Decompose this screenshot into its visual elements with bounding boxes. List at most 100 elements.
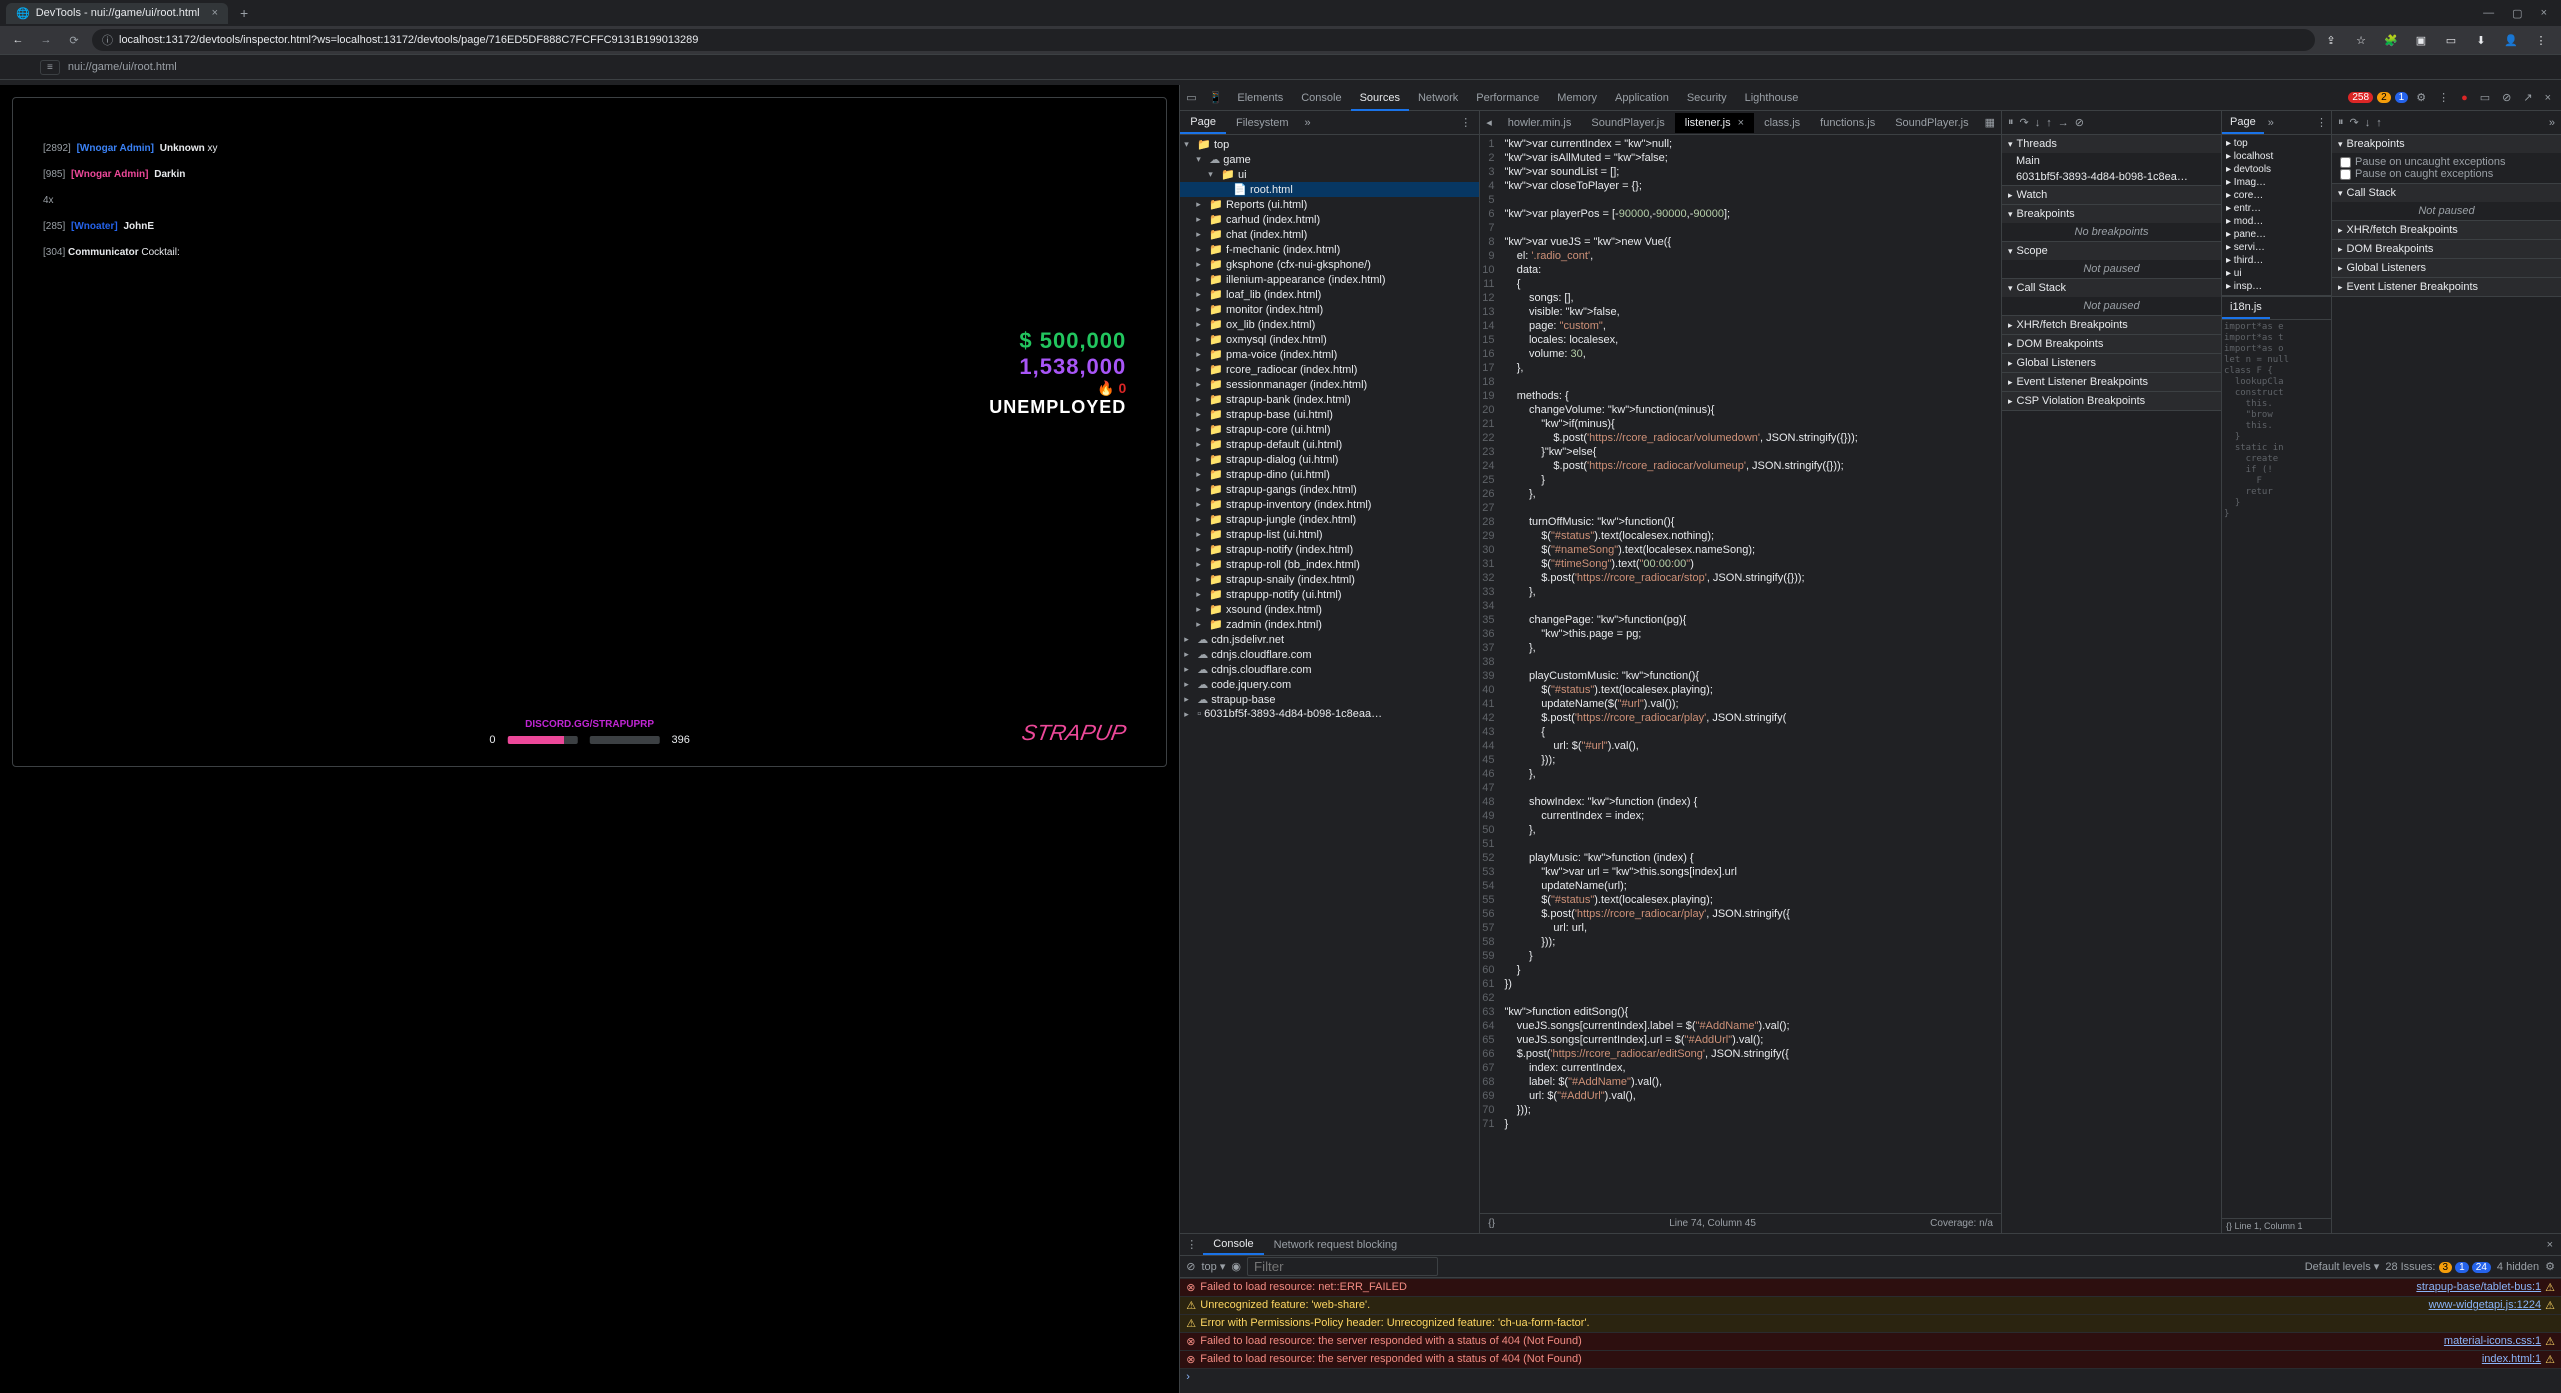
ov-tree-item[interactable]: ▸ core…	[2224, 189, 2329, 202]
close-window-icon[interactable]: ×	[2541, 7, 2547, 20]
far-dom[interactable]: ▸DOM Breakpoints	[2332, 240, 2561, 259]
tree-item[interactable]: 📄root.html	[1180, 182, 1479, 197]
tree-item[interactable]: ▾☁game	[1180, 152, 1479, 167]
tree-item[interactable]: ▸▫6031bf5f-3893-4d84-b098-1c8eaa…	[1180, 707, 1479, 721]
device-icon[interactable]: 📱	[1203, 91, 1229, 104]
console-message[interactable]: ⊗Failed to load resource: the server res…	[1180, 1332, 2561, 1350]
code-tabs-overflow-icon[interactable]: ▦	[1979, 116, 2001, 129]
maximize-icon[interactable]: ▢	[2512, 7, 2522, 20]
tree-item[interactable]: ▸☁cdn.jsdelivr.net	[1180, 632, 1479, 647]
tree-item[interactable]: ▸📁sessionmanager (index.html)	[1180, 377, 1479, 392]
breakpoints-section[interactable]: ▾Breakpoints No breakpoints	[2002, 205, 2221, 242]
devtools-tab-console[interactable]: Console	[1292, 87, 1350, 109]
url-input[interactable]: ⓘ localhost:13172/devtools/inspector.htm…	[92, 29, 2315, 51]
hidden-count[interactable]: 4 hidden	[2497, 1261, 2539, 1273]
levels-selector[interactable]: Default levels ▾	[2305, 1260, 2380, 1273]
console-messages[interactable]: ⊗Failed to load resource: net::ERR_FAILE…	[1180, 1278, 2561, 1393]
devtools-tab-lighthouse[interactable]: Lighthouse	[1736, 87, 1808, 109]
devtools-tab-application[interactable]: Application	[1606, 87, 1678, 109]
close-drawer-icon[interactable]: ×	[2539, 1239, 2561, 1251]
threads-section[interactable]: ▾Threads Main 6031bf5f-3893-4d84-b098-1c…	[2002, 135, 2221, 186]
tree-item[interactable]: ▸📁strapup-snaily (index.html)	[1180, 572, 1479, 587]
tree-item[interactable]: ▸📁loaf_lib (index.html)	[1180, 287, 1479, 302]
tree-item[interactable]: ▸📁strapup-dino (ui.html)	[1180, 467, 1479, 482]
step-into-icon[interactable]: ↓	[2365, 117, 2371, 129]
ov-page-tab[interactable]: Page	[2222, 112, 2264, 134]
ov-tree[interactable]: ▸ top▸ localhost▸ devtools▸ Imag…▸ core……	[2222, 135, 2331, 296]
browser-tab[interactable]: 🌐 DevTools - nui://game/ui/root.html ×	[6, 3, 228, 24]
tree-item[interactable]: ▸📁f-mechanic (index.html)	[1180, 242, 1479, 257]
far-event[interactable]: ▸Event Listener Breakpoints	[2332, 278, 2561, 297]
eye-icon[interactable]: ◉	[1231, 1260, 1241, 1273]
new-tab-button[interactable]: +	[234, 5, 254, 21]
overflow-icon[interactable]: »	[2549, 117, 2555, 129]
code-tab[interactable]: listener.js ×	[1675, 113, 1754, 133]
watch-section[interactable]: ▸Watch	[2002, 186, 2221, 205]
ov-tree-item[interactable]: ▸ servi…	[2224, 241, 2329, 254]
step-over-icon[interactable]: ↷	[2350, 116, 2359, 129]
thread-frame[interactable]: 6031bf5f-3893-4d84-b098-1c8ea…	[2002, 169, 2221, 185]
tree-item[interactable]: ▸📁illenium-appearance (index.html)	[1180, 272, 1479, 287]
ov-tree-item[interactable]: ▸ pane…	[2224, 228, 2329, 241]
ov-tree-item[interactable]: ▸ devtools	[2224, 163, 2329, 176]
drawer-toggle-icon[interactable]: ⋮	[1180, 1238, 1203, 1251]
forward-button[interactable]: →	[36, 34, 56, 46]
step-out-icon[interactable]: ↑	[2046, 117, 2052, 129]
tree-item[interactable]: ▸📁gksphone (cfx-nui-gksphone/)	[1180, 257, 1479, 272]
menu-icon[interactable]: ⋮	[2533, 34, 2549, 47]
thread-main[interactable]: Main	[2002, 153, 2221, 169]
code-tab[interactable]: SoundPlayer.js	[1885, 113, 1978, 133]
devtools-tab-security[interactable]: Security	[1678, 87, 1736, 109]
tree-item[interactable]: ▸📁strapupp-notify (ui.html)	[1180, 587, 1479, 602]
ov-tree-item[interactable]: ▸ third…	[2224, 254, 2329, 267]
tree-item[interactable]: ▸☁code.jquery.com	[1180, 677, 1479, 692]
tree-item[interactable]: ▸📁rcore_radiocar (index.html)	[1180, 362, 1479, 377]
step-into-icon[interactable]: ↓	[2035, 117, 2041, 129]
tree-item[interactable]: ▸📁strapup-inventory (index.html)	[1180, 497, 1479, 512]
event-section[interactable]: ▸Event Listener Breakpoints	[2002, 373, 2221, 392]
tree-item[interactable]: ▸📁carhud (index.html)	[1180, 212, 1479, 227]
pause-caught-checkbox[interactable]	[2340, 169, 2351, 180]
filesystem-tab[interactable]: Filesystem	[1226, 113, 1299, 133]
close-icon[interactable]: ×	[2541, 92, 2555, 104]
tree-item[interactable]: ▸☁cdnjs.cloudflare.com	[1180, 647, 1479, 662]
tree-item[interactable]: ▸☁cdnjs.cloudflare.com	[1180, 662, 1479, 677]
error-counter[interactable]: 258 2 1	[2348, 92, 2408, 103]
ov-tree-item[interactable]: ▸ insp…	[2224, 280, 2329, 293]
code-tab[interactable]: functions.js	[1810, 113, 1885, 133]
tree-item[interactable]: ▸📁strapup-notify (index.html)	[1180, 542, 1479, 557]
tree-item[interactable]: ▾📁top	[1180, 137, 1479, 152]
tree-item[interactable]: ▸📁strapup-default (ui.html)	[1180, 437, 1479, 452]
tree-item[interactable]: ▸📁strapup-jungle (index.html)	[1180, 512, 1479, 527]
network-blocking-tab[interactable]: Network request blocking	[1264, 1236, 1408, 1254]
filter-input[interactable]	[1247, 1257, 1438, 1276]
gear-icon[interactable]: ⚙	[2545, 1260, 2555, 1273]
tree-item[interactable]: ▸📁strapup-list (ui.html)	[1180, 527, 1479, 542]
file-tree[interactable]: ▾📁top▾☁game▾📁ui📄root.html▸📁Reports (ui.h…	[1180, 135, 1479, 1233]
menu-icon[interactable]: ⋮	[2434, 91, 2453, 104]
far-callstack[interactable]: ▾Call Stack Not paused	[2332, 184, 2561, 221]
panel-icon[interactable]: ▭	[2476, 91, 2494, 104]
pause-icon[interactable]: ⏸	[2338, 116, 2344, 129]
context-selector[interactable]: top ▾	[1201, 1260, 1225, 1273]
code-editor[interactable]: 1234567891011121314151617181920212223242…	[1480, 135, 2001, 1213]
tree-item[interactable]: ▸📁chat (index.html)	[1180, 227, 1479, 242]
gear-icon[interactable]: ⚙	[2412, 91, 2430, 104]
share-icon[interactable]: ⇪	[2323, 34, 2339, 47]
scope-section[interactable]: ▾Scope Not paused	[2002, 242, 2221, 279]
tree-item[interactable]: ▾📁ui	[1180, 167, 1479, 182]
console-message[interactable]: ⚠Error with Permissions-Policy header: U…	[1180, 1314, 2561, 1332]
console-prompt[interactable]: ›	[1180, 1368, 2561, 1385]
console-tab[interactable]: Console	[1203, 1235, 1263, 1255]
tree-item[interactable]: ▸📁Reports (ui.html)	[1180, 197, 1479, 212]
step-out-icon[interactable]: ↑	[2376, 117, 2382, 129]
braces-icon[interactable]: {}	[1488, 1218, 1495, 1229]
console-message[interactable]: ⊗Failed to load resource: net::ERR_FAILE…	[1180, 1278, 2561, 1296]
ov-tree-item[interactable]: ▸ Imag…	[2224, 176, 2329, 189]
tree-item[interactable]: ▸📁strapup-base (ui.html)	[1180, 407, 1479, 422]
tree-item[interactable]: ▸📁strapup-roll (bb_index.html)	[1180, 557, 1479, 572]
more-icon[interactable]: ⋮	[2312, 116, 2331, 129]
stop-icon[interactable]: ⊘	[2498, 91, 2515, 104]
site-info-icon[interactable]: ⓘ	[102, 32, 113, 48]
minimize-icon[interactable]: —	[2483, 7, 2494, 20]
